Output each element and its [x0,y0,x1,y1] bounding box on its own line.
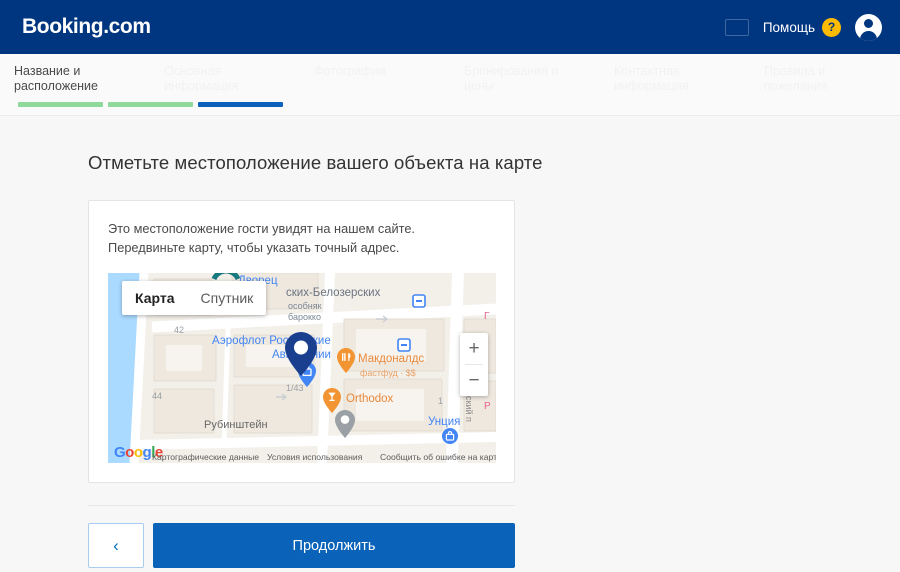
question-mark-icon: ? [822,18,841,37]
map-type-map[interactable]: Карта [122,281,188,315]
step-label: Контактная информация [614,64,736,94]
zoom-in-button[interactable]: + [460,333,488,364]
section-divider [88,505,515,506]
site-header: Booking.com Помощь ? [0,0,900,54]
step-item-rules-preferences[interactable]: Правила и пожелания [750,54,900,116]
google-logo-letter: o [134,444,143,461]
page-title: Отметьте местоположение вашего объекта н… [88,152,900,174]
google-logo-letter: G [114,444,125,461]
step-item-photos[interactable]: Фотографии [300,54,450,116]
map-terms-link[interactable]: Условия использования [267,452,362,462]
progress-segment-2 [108,102,193,107]
map-type-toggle[interactable]: Карта Спутник [122,281,266,315]
map-data-attribution: Картографические данные [152,452,259,462]
back-button[interactable]: ‹ [88,523,144,568]
step-label: Правила и пожелания [764,64,886,94]
step-item-contact-info[interactable]: Контактная информация [600,54,750,116]
step-label: Фотографии [314,64,436,79]
step-label: Название и расположение [14,64,136,94]
form-actions: ‹ Продолжить [88,523,515,568]
step-label: Основная информация [164,64,286,94]
google-logo-letter: g [143,444,152,461]
continue-button[interactable]: Продолжить [153,523,515,568]
booking-logo[interactable]: Booking.com [22,15,151,39]
user-avatar-icon[interactable] [855,14,882,41]
help-button[interactable]: Помощь ? [763,18,841,37]
map-instruction-text: Это местоположение гости увидят на нашем… [108,219,495,257]
location-map[interactable]: Карта Спутник + − Дворец ских-Белозерски… [108,273,496,463]
map-type-satellite[interactable]: Спутник [188,281,267,315]
ru-flag-icon[interactable] [725,19,749,36]
map-card: Это местоположение гости увидят на нашем… [88,200,515,483]
zoom-out-button[interactable]: − [460,365,488,396]
onboarding-step-nav: Название и расположение Основная информа… [0,54,900,116]
progress-segment-1 [18,102,103,107]
step-label: Бронирования и цены [464,64,586,94]
help-label: Помощь [763,20,815,35]
map-zoom-controls[interactable]: + − [460,333,488,396]
header-actions: Помощь ? [725,14,882,41]
map-report-error-link[interactable]: Сообщить об ошибке на карте [380,452,496,462]
google-logo-letter: o [125,444,134,461]
progress-segment-3 [198,102,283,107]
step-item-bookings-prices[interactable]: Бронирования и цены [450,54,600,116]
main-content: Отметьте местоположение вашего объекта н… [0,116,900,568]
